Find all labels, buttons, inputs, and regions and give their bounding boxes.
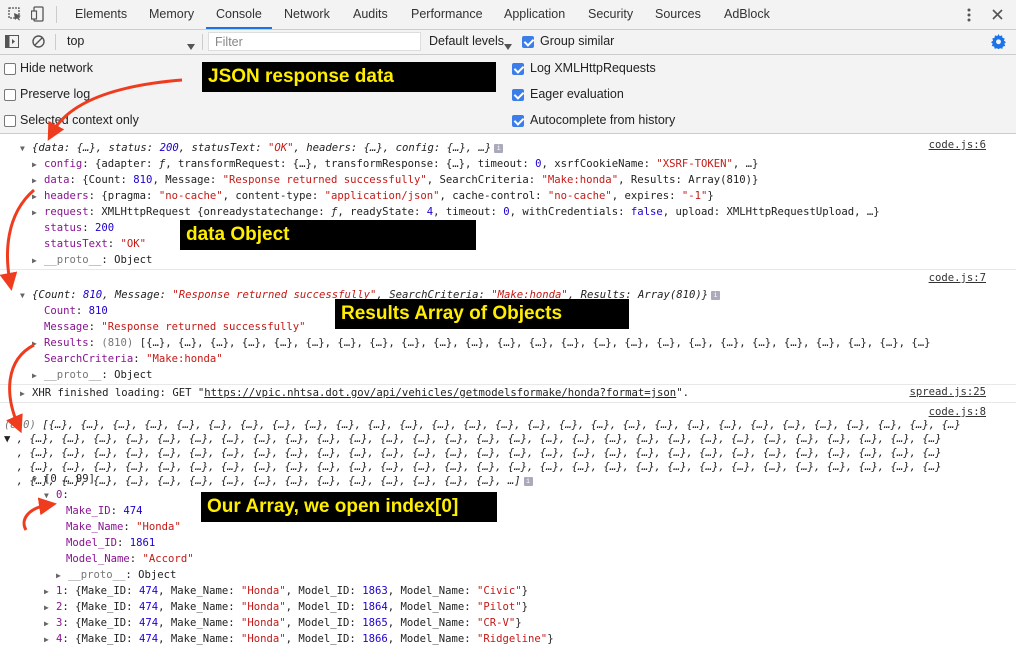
info-icon[interactable]: i	[523, 476, 533, 486]
collapse-triangle-icon[interactable]: ▼	[20, 288, 32, 304]
console-output: code.js:6 ▼ {data: {…}, status: 200, stat…	[0, 134, 1016, 645]
collapse-triangle-icon[interactable]: ▼	[20, 141, 32, 157]
device-toolbar-icon[interactable]	[30, 6, 45, 25]
expand-triangle-icon[interactable]: ▶	[56, 568, 68, 584]
tree-item[interactable]: ▶ request: XMLHttpRequest {onreadystatech…	[32, 204, 880, 220]
tree-item[interactable]: ▶ 3: {Make_ID: 474, Make_Name: "Honda", M…	[44, 615, 522, 631]
tree-item[interactable]: ▶ 2: {Make_ID: 474, Make_Name: "Honda", M…	[44, 599, 528, 615]
tree-item[interactable]: ▶ Results: (810) [{…}, {…}, {…}, {…}, {…}…	[32, 335, 931, 351]
expand-triangle-icon[interactable]: ▶	[32, 368, 44, 384]
tree-item[interactable]: ▶ __proto__: Object	[32, 252, 152, 268]
expand-triangle-icon[interactable]: ▶	[32, 253, 44, 269]
annotation-our-array: Our Array, we open index[0]	[201, 492, 497, 522]
tree-item[interactable]: ▶ config: {adapter: ƒ, transformRequest: …	[32, 156, 758, 172]
tree-item: Model_ID: 1861	[66, 537, 156, 549]
eager-eval-checkbox[interactable]	[512, 89, 524, 101]
tree-item: Make_Name: "Honda"	[66, 521, 181, 533]
autocomplete-label: Autocomplete from history	[530, 113, 676, 127]
tree-item: statusText: "OK"	[44, 238, 147, 250]
tab-performance[interactable]: Performance	[411, 0, 483, 29]
tree-item: Count: 810	[44, 305, 108, 317]
group-similar-checkbox[interactable]	[522, 36, 534, 48]
close-icon[interactable]	[992, 9, 1003, 23]
tree-item[interactable]: ▼ [0 … 99]	[32, 471, 95, 487]
source-link[interactable]: code.js:6	[929, 139, 986, 151]
tree-item[interactable]: ▶ data: {Count: 810, Message: "Response r…	[32, 172, 758, 188]
hide-network-label: Hide network	[20, 61, 93, 75]
expand-triangle-icon[interactable]: ▶	[44, 600, 56, 616]
expand-triangle-icon[interactable]: ▶	[44, 632, 56, 648]
xhr-log-entry[interactable]: ▶ XHR finished loading: GET "https://vpic…	[20, 385, 689, 401]
tab-sources[interactable]: Sources	[655, 0, 701, 29]
devtools-tabbar: Elements Memory Console Network Audits P…	[0, 0, 1016, 30]
tree-item: SearchCriteria: "Make:honda"	[44, 353, 223, 365]
preserve-log-checkbox[interactable]	[4, 89, 16, 101]
annotation-results-array: Results Array of Objects	[335, 299, 629, 329]
tree-item[interactable]: ▶ __proto__: Object	[56, 567, 176, 583]
expand-triangle-icon[interactable]: ▶	[32, 157, 44, 173]
console-toolbar: top Filter Default levels Group similar	[0, 30, 1016, 55]
entry-separator	[0, 269, 1016, 270]
expand-triangle-icon[interactable]: ▶	[32, 205, 44, 221]
autocomplete-checkbox[interactable]	[512, 115, 524, 127]
tree-item: Model_Name: "Accord"	[66, 553, 194, 565]
tab-memory[interactable]: Memory	[149, 0, 194, 29]
expand-triangle-icon[interactable]: ▶	[20, 386, 32, 402]
collapse-triangle-icon[interactable]: ▼	[44, 488, 56, 504]
tree-item: Message: "Response returned successfully…	[44, 321, 306, 333]
annotation-data-object: data Object	[180, 220, 476, 250]
source-link[interactable]: spread.js:25	[909, 386, 986, 398]
context-selector[interactable]: top	[67, 34, 84, 48]
annotation-json-response: JSON response data	[202, 62, 496, 92]
tree-item[interactable]: ▶ __proto__: Object	[32, 367, 152, 383]
source-link[interactable]: code.js:7	[929, 272, 986, 284]
tab-console[interactable]: Console	[206, 0, 272, 29]
tab-network[interactable]: Network	[284, 0, 330, 29]
expand-triangle-icon[interactable]: ▶	[32, 189, 44, 205]
tab-application[interactable]: Application	[504, 0, 565, 29]
collapse-triangle-icon[interactable]: ▼	[32, 472, 44, 488]
entry-separator	[0, 402, 1016, 403]
sidebar-toggle-icon[interactable]	[5, 35, 19, 51]
tab-audits[interactable]: Audits	[353, 0, 388, 29]
group-similar-label: Group similar	[540, 34, 615, 48]
tree-item[interactable]: ▶ 4: {Make_ID: 474, Make_Name: "Honda", M…	[44, 631, 554, 647]
dropdown-icon[interactable]	[187, 39, 195, 53]
tab-security[interactable]: Security	[588, 0, 633, 29]
expand-triangle-icon[interactable]: ▶	[44, 616, 56, 632]
selected-context-checkbox[interactable]	[4, 115, 16, 127]
preserve-log-label: Preserve log	[20, 87, 91, 101]
tree-item: Make_ID: 474	[66, 505, 143, 517]
eager-eval-label: Eager evaluation	[530, 87, 624, 101]
hide-network-checkbox[interactable]	[4, 63, 16, 75]
tree-item[interactable]: ▶ headers: {pragma: "no-cache", content-t…	[32, 188, 714, 204]
info-icon[interactable]: i	[711, 290, 721, 300]
clear-console-icon[interactable]	[32, 35, 45, 51]
expand-triangle-icon[interactable]: ▶	[44, 584, 56, 600]
tree-item: status: 200	[44, 222, 115, 234]
console-settings-pane: Hide network Preserve log Selected conte…	[0, 55, 1016, 134]
log-xhr-checkbox[interactable]	[512, 63, 524, 75]
console-entry[interactable]: ▼ {data: {…}, status: 200, statusText: "O…	[20, 140, 504, 157]
filter-placeholder: Filter	[215, 35, 243, 49]
levels-dropdown[interactable]: Default levels	[429, 34, 504, 48]
inspect-icon[interactable]	[8, 7, 22, 24]
log-xhr-label: Log XMLHttpRequests	[530, 61, 656, 75]
info-icon[interactable]: i	[494, 143, 504, 153]
tree-item[interactable]: ▼ 0:	[44, 487, 69, 503]
levels-dropdown-icon[interactable]	[504, 39, 512, 53]
expand-triangle-icon[interactable]: ▶	[32, 173, 44, 189]
tree-item[interactable]: ▶ 1: {Make_ID: 474, Make_Name: "Honda", M…	[44, 583, 528, 599]
tab-elements[interactable]: Elements	[75, 0, 127, 29]
tab-adblock[interactable]: AdBlock	[724, 0, 770, 29]
expand-triangle-icon[interactable]: ▶	[32, 336, 44, 352]
more-vert-icon[interactable]	[967, 8, 971, 25]
gear-icon[interactable]	[991, 34, 1006, 52]
selected-context-label: Selected context only	[20, 113, 139, 127]
filter-input[interactable]: Filter	[208, 32, 421, 51]
